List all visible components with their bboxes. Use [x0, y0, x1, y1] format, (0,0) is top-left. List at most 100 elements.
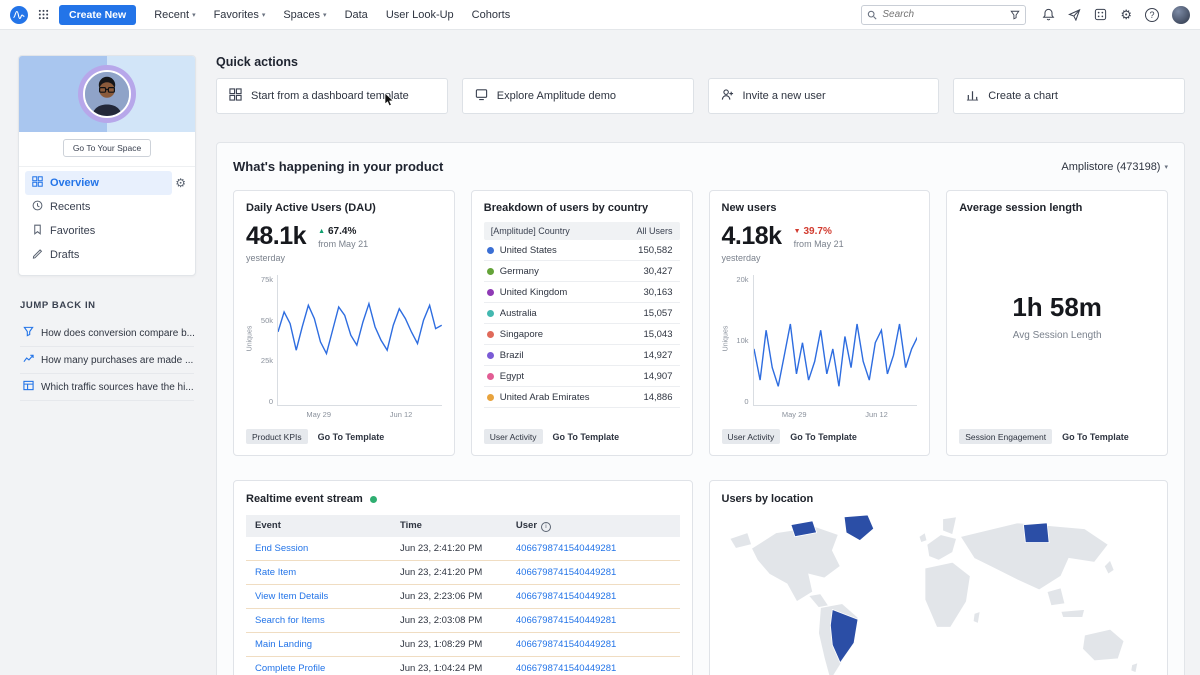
event-link[interactable]: Search for Items: [255, 615, 400, 626]
category-badge[interactable]: Session Engagement: [959, 429, 1053, 444]
event-link[interactable]: Main Landing: [255, 639, 400, 650]
quick-actions-row: Start from a dashboard template Explore …: [216, 78, 1185, 114]
sidebar-item-recents[interactable]: Recents: [25, 195, 189, 219]
sidebar-item-label: Drafts: [50, 249, 80, 261]
table-row[interactable]: Singapore 15,043: [483, 324, 680, 345]
map-card-title: Users by location: [721, 493, 814, 505]
chevron-down-icon: ▾: [261, 11, 266, 19]
session-length-card: Average session length 1h 58m Avg Sessio…: [946, 190, 1168, 456]
jump-back-in-title: JUMP BACK IN: [20, 300, 96, 311]
table-row: View Item Details Jun 23, 2:23:06 PM 40667…: [246, 585, 680, 609]
table-row[interactable]: Australia 15,057: [483, 303, 680, 324]
profile-avatar[interactable]: [78, 65, 136, 123]
sidebar-item-overview[interactable]: Overview: [25, 171, 173, 195]
nav-data-label: Data: [344, 8, 368, 21]
user-id-link[interactable]: 4066798741540449281: [516, 663, 671, 674]
bar-chart-icon: [966, 88, 979, 104]
user-id-link[interactable]: 4066798741540449281: [516, 567, 671, 578]
sidebar-item-favorites[interactable]: Favorites: [25, 219, 189, 243]
event-link[interactable]: End Session: [255, 543, 400, 554]
user-id-link[interactable]: 4066798741540449281: [516, 639, 671, 650]
new-users-change-pct: 39.7%: [803, 226, 832, 237]
amplitude-logo-icon[interactable]: [10, 5, 28, 24]
sidebar-item-drafts[interactable]: Drafts: [25, 243, 189, 267]
nav-cohorts[interactable]: Cohorts: [472, 9, 511, 21]
go-to-template-link[interactable]: Go To Template: [553, 432, 620, 442]
session-length-caption: Avg Session Length: [1012, 330, 1102, 341]
search-icon: [867, 10, 877, 20]
search-input[interactable]: [882, 9, 1006, 20]
nav-recent[interactable]: Recent ▾: [154, 9, 195, 21]
go-to-template-link[interactable]: Go To Template: [1062, 432, 1129, 442]
qa-card-explore-demo[interactable]: Explore Amplitude demo: [461, 78, 694, 114]
project-selector[interactable]: Amplistore (473198) ▾: [1061, 161, 1168, 173]
country-breakdown-card: Breakdown of users by country [Amplitude…: [470, 190, 693, 456]
filter-funnel-icon[interactable]: [1010, 10, 1020, 20]
dau-card-title: Daily Active Users (DAU): [246, 202, 376, 214]
main-nav: Recent ▾ Favorites ▾ Spaces ▾ Data User Loo…: [154, 9, 510, 21]
x-axis-ticks: May 29 Jun 12: [781, 410, 888, 419]
funnel-chart-icon: [23, 326, 34, 340]
table-row[interactable]: Egypt 14,907: [483, 366, 680, 387]
go-to-template-link[interactable]: Go To Template: [790, 432, 857, 442]
user-id-link[interactable]: 4066798741540449281: [516, 591, 671, 602]
nav-favorites[interactable]: Favorites ▾: [214, 9, 266, 21]
nav-cohorts-label: Cohorts: [471, 8, 511, 21]
search-box[interactable]: [861, 4, 1027, 25]
table-row[interactable]: Germany 30,427: [483, 261, 680, 282]
bookmark-icon: [32, 224, 43, 238]
go-to-your-space-button[interactable]: Go To Your Space: [62, 139, 152, 157]
jump-back-item-conversion[interactable]: How does conversion compare b...: [20, 320, 195, 347]
qa-card-invite-user[interactable]: Invite a new user: [707, 78, 940, 114]
users-by-location-card: Users by location: [708, 480, 1168, 675]
category-badge[interactable]: Product KPIs: [246, 429, 308, 444]
table-row[interactable]: United Arab Emirates 14,886: [483, 387, 680, 408]
qa-card-dashboard-template[interactable]: Start from a dashboard template: [216, 78, 448, 114]
user-id-link[interactable]: 4066798741540449281: [516, 543, 671, 554]
apps-panel-icon[interactable]: [1094, 8, 1107, 21]
waffle-menu-icon[interactable]: [38, 9, 49, 20]
user-avatar[interactable]: [1172, 5, 1190, 24]
table-icon: [23, 380, 34, 394]
event-link[interactable]: Complete Profile: [255, 663, 400, 674]
event-link[interactable]: View Item Details: [255, 591, 400, 602]
nav-user-lookup-label: User Look-Up: [385, 8, 454, 21]
notifications-bell-icon[interactable]: [1042, 8, 1055, 21]
new-users-card: New users 4.18k yesterday ▼ 39.7% from M…: [708, 190, 931, 456]
series-color-dot: [486, 288, 494, 296]
create-new-button[interactable]: Create New: [59, 4, 137, 25]
event-table-body: End Session Jun 23, 2:41:20 PM 40667987415…: [246, 537, 680, 675]
settings-gear-icon[interactable]: ⚙: [1120, 8, 1132, 21]
jump-back-item-purchases[interactable]: How many purchases are made ...: [20, 347, 194, 374]
nav-data[interactable]: Data: [345, 9, 368, 21]
add-user-icon: [721, 88, 734, 104]
info-icon[interactable]: i: [541, 521, 552, 532]
country-table: United States 150,582 Germany 30,427 Unite…: [483, 240, 680, 419]
nav-spaces[interactable]: Spaces ▾: [283, 9, 326, 21]
y-axis-label: Uniques: [721, 326, 729, 352]
overview-gear-icon[interactable]: ⚙: [172, 176, 189, 190]
event-table-header: Event Time User i: [246, 515, 680, 537]
series-color-dot: [486, 309, 494, 317]
nav-user-lookup[interactable]: User Look-Up: [386, 9, 454, 21]
nav-recent-label: Recent: [154, 8, 190, 21]
send-icon[interactable]: [1068, 8, 1081, 21]
category-badge[interactable]: User Activity: [721, 429, 781, 444]
user-id-link[interactable]: 4066798741540449281: [516, 615, 671, 626]
session-card-title: Average session length: [959, 202, 1083, 214]
table-row: Complete Profile Jun 23, 1:04:24 PM 406679…: [246, 657, 680, 675]
qa-card-create-chart[interactable]: Create a chart: [953, 78, 1185, 114]
demo-book-icon: [475, 88, 488, 104]
world-map[interactable]: +: [722, 511, 1156, 675]
x-axis-ticks: May 29 Jun 12: [306, 410, 413, 419]
table-row[interactable]: United Kingdom 30,163: [483, 282, 680, 303]
table-row[interactable]: Brazil 14,927: [483, 345, 680, 366]
category-badge[interactable]: User Activity: [483, 429, 543, 444]
table-row: Search for Items Jun 23, 2:03:08 PM 406679…: [246, 609, 680, 633]
go-to-template-link[interactable]: Go To Template: [318, 432, 385, 442]
event-link[interactable]: Rate Item: [255, 567, 400, 578]
jump-back-item-traffic[interactable]: Which traffic sources have the hi...: [20, 374, 194, 401]
table-row[interactable]: United States 150,582: [483, 240, 680, 261]
help-icon[interactable]: ?: [1145, 7, 1159, 22]
line-chart-icon: [23, 353, 34, 367]
